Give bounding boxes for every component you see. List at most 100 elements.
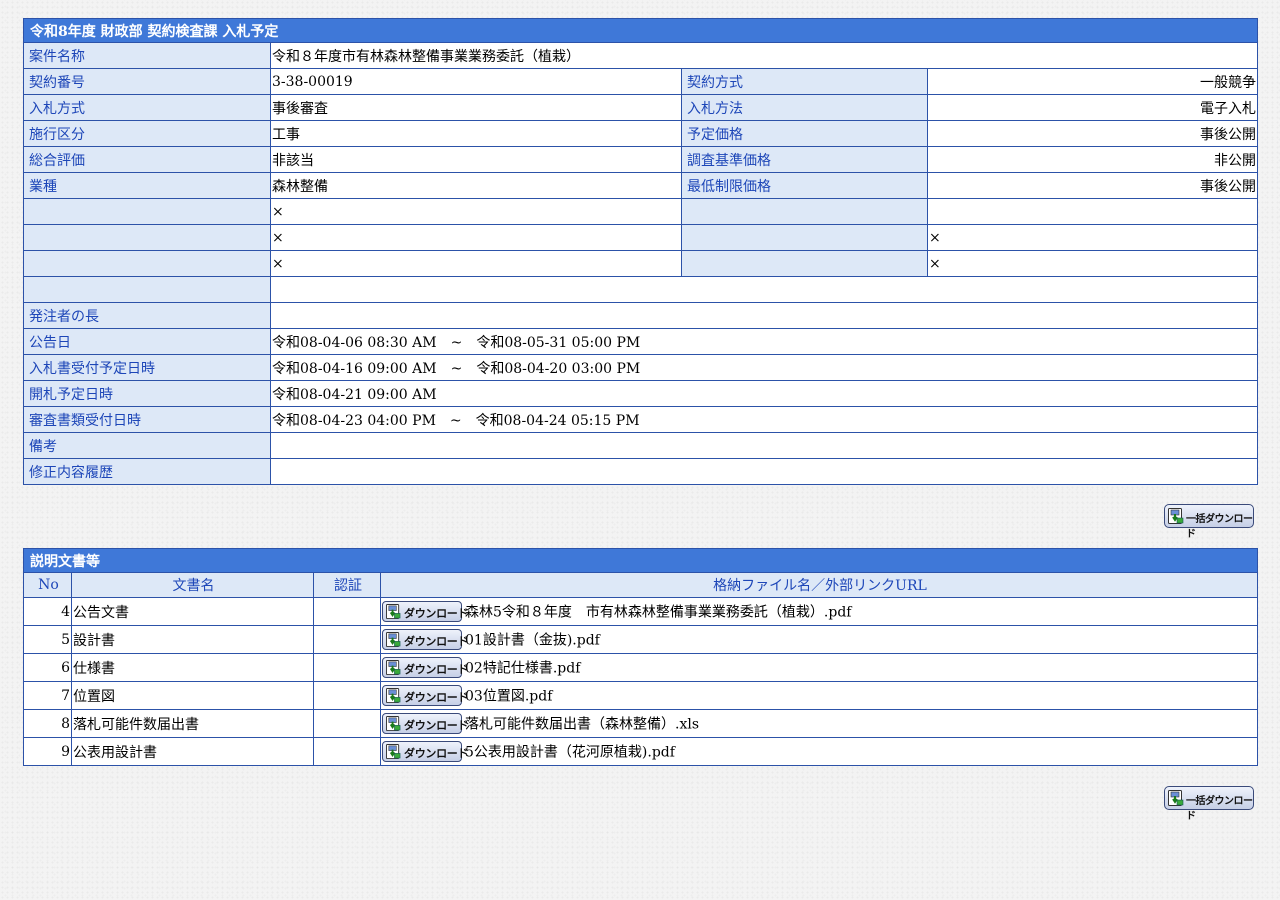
document-row: 9 公表用設計書 ダウンロード 5公表用設計書（花河原植栽).pdf bbox=[23, 737, 1258, 766]
opening-label: 開札予定日時 bbox=[23, 380, 271, 407]
detail-value-1: 工事 bbox=[270, 120, 682, 147]
doc-name: 落札可能件数届出書 bbox=[71, 709, 314, 738]
doc-cert bbox=[313, 737, 381, 766]
doc-file-cell: ダウンロード 落札可能件数届出書（森林整備）.xls bbox=[380, 709, 1258, 738]
doc-file-cell: ダウンロード 5公表用設計書（花河原植栽).pdf bbox=[380, 737, 1258, 766]
detail-value-2: 非公開 bbox=[927, 146, 1258, 173]
col-doc-name: 文書名 bbox=[71, 572, 314, 598]
detail-label-1 bbox=[23, 250, 271, 277]
detail-row: 総合評価 非該当 調査基準価格 非公開 bbox=[23, 146, 1258, 173]
floppy-download-icon bbox=[1168, 508, 1184, 524]
revision-label: 修正内容履歴 bbox=[23, 458, 271, 485]
download-button[interactable]: ダウンロード bbox=[382, 741, 469, 762]
blank-value bbox=[270, 276, 1258, 303]
bid-receipt-label: 入札書受付予定日時 bbox=[23, 354, 271, 381]
file-name: 森林5令和８年度 市有林森林整備事業業務委託（植栽）.pdf bbox=[465, 604, 852, 621]
floppy-download-icon bbox=[386, 716, 401, 731]
detail-value-1: 3-38-00019 bbox=[270, 68, 682, 95]
doc-name: 公表用設計書 bbox=[71, 737, 314, 766]
detail-label-1: 業種 bbox=[23, 172, 271, 199]
doc-cert bbox=[313, 709, 381, 738]
detail-row: 契約番号 3-38-00019 契約方式 一般競争 bbox=[23, 68, 1258, 95]
floppy-download-icon bbox=[386, 688, 401, 703]
download-label: ダウンロード bbox=[404, 607, 469, 620]
floppy-download-icon bbox=[386, 660, 401, 675]
floppy-download-icon bbox=[386, 632, 401, 647]
detail-value-1: × bbox=[270, 250, 682, 277]
floppy-download-icon bbox=[386, 744, 401, 759]
detail-label-1 bbox=[23, 224, 271, 251]
download-button[interactable]: ダウンロード bbox=[382, 685, 469, 706]
detail-label-2 bbox=[681, 224, 928, 251]
doc-no: 7 bbox=[23, 681, 72, 710]
document-row: 7 位置図 ダウンロード 03位置図.pdf bbox=[23, 681, 1258, 710]
download-label: ダウンロード bbox=[404, 635, 469, 648]
bulk-download-label: 一括ダウンロード bbox=[1186, 514, 1253, 540]
download-button[interactable]: ダウンロード bbox=[382, 713, 469, 734]
download-label: ダウンロード bbox=[404, 691, 469, 704]
download-label: ダウンロード bbox=[404, 663, 469, 676]
detail-label-2: 入札方法 bbox=[681, 94, 928, 121]
col-cert: 認証 bbox=[313, 572, 381, 598]
doc-name: 位置図 bbox=[71, 681, 314, 710]
detail-label-1: 総合評価 bbox=[23, 146, 271, 173]
file-name: 01設計書（金抜).pdf bbox=[465, 632, 600, 649]
detail-row: 入札方式 事後審査 入札方法 電子入札 bbox=[23, 94, 1258, 121]
detail-row: × × bbox=[23, 250, 1258, 277]
doc-no: 6 bbox=[23, 653, 72, 682]
bulk-download-button-bottom[interactable]: 一括ダウンロード bbox=[1164, 786, 1254, 822]
doc-no: 8 bbox=[23, 709, 72, 738]
documents-table: 説明文書等 No 文書名 認証 格納ファイル名／外部リンクURL 4 公告文書 ダウ… bbox=[23, 548, 1258, 766]
orderer-label: 発注者の長 bbox=[23, 302, 271, 329]
doc-name: 設計書 bbox=[71, 625, 314, 654]
bulk-download-button[interactable]: 一括ダウンロード bbox=[1164, 504, 1254, 540]
detail-value-1: 森林整備 bbox=[270, 172, 682, 199]
file-name: 03位置図.pdf bbox=[465, 688, 553, 705]
doc-file-cell: ダウンロード 01設計書（金抜).pdf bbox=[380, 625, 1258, 654]
detail-value-2: 事後公開 bbox=[927, 172, 1258, 199]
doc-cert bbox=[313, 597, 381, 626]
detail-label-2: 調査基準価格 bbox=[681, 146, 928, 173]
doc-file-cell: ダウンロード 森林5令和８年度 市有林森林整備事業業務委託（植栽）.pdf bbox=[380, 597, 1258, 626]
detail-value-2: 電子入札 bbox=[927, 94, 1258, 121]
documents-header: 説明文書等 bbox=[23, 548, 1258, 573]
file-name: 02特記仕様書.pdf bbox=[465, 660, 581, 677]
bid-receipt-value: 令和08-04-16 09:00 AM ~ 令和08-04-20 03:00 P… bbox=[270, 354, 1258, 381]
col-no: No bbox=[23, 572, 72, 598]
bid-detail-table: 令和8年度 財政部 契約検査課 入札予定 案件名称 令和８年度市有林森林整備事業… bbox=[23, 18, 1258, 485]
document-row: 5 設計書 ダウンロード 01設計書（金抜).pdf bbox=[23, 625, 1258, 654]
detail-value-2: 事後公開 bbox=[927, 120, 1258, 147]
doc-name: 仕様書 bbox=[71, 653, 314, 682]
detail-value-1: 事後審査 bbox=[270, 94, 682, 121]
doc-name: 公告文書 bbox=[71, 597, 314, 626]
detail-row: × × bbox=[23, 224, 1258, 251]
detail-row: × bbox=[23, 198, 1258, 225]
detail-label-2: 最低制限価格 bbox=[681, 172, 928, 199]
bulk-download-label: 一括ダウンロード bbox=[1186, 796, 1253, 822]
doc-no: 4 bbox=[23, 597, 72, 626]
download-button[interactable]: ダウンロード bbox=[382, 657, 469, 678]
review-docs-value: 令和08-04-23 04:00 PM ~ 令和08-04-24 05:15 P… bbox=[270, 406, 1258, 433]
project-name-label: 案件名称 bbox=[23, 42, 271, 69]
doc-cert bbox=[313, 625, 381, 654]
floppy-download-icon bbox=[386, 604, 401, 619]
download-label: ダウンロード bbox=[404, 719, 469, 732]
detail-label-1 bbox=[23, 198, 271, 225]
detail-row: 施行区分 工事 予定価格 事後公開 bbox=[23, 120, 1258, 147]
announce-date-value: 令和08-04-06 08:30 AM ~ 令和08-05-31 05:00 P… bbox=[270, 328, 1258, 355]
blank-label bbox=[23, 276, 271, 303]
detail-label-2: 予定価格 bbox=[681, 120, 928, 147]
detail-label-1: 入札方式 bbox=[23, 94, 271, 121]
opening-value: 令和08-04-21 09:00 AM bbox=[270, 380, 1258, 407]
doc-no: 5 bbox=[23, 625, 72, 654]
download-button[interactable]: ダウンロード bbox=[382, 601, 469, 622]
doc-cert bbox=[313, 681, 381, 710]
detail-label-2 bbox=[681, 250, 928, 277]
revision-value bbox=[270, 458, 1258, 485]
detail-value-2 bbox=[927, 198, 1258, 225]
detail-value-2: × bbox=[927, 224, 1258, 251]
download-button[interactable]: ダウンロード bbox=[382, 629, 469, 650]
detail-value-1: × bbox=[270, 198, 682, 225]
doc-file-cell: ダウンロード 03位置図.pdf bbox=[380, 681, 1258, 710]
floppy-download-icon bbox=[1168, 790, 1184, 806]
